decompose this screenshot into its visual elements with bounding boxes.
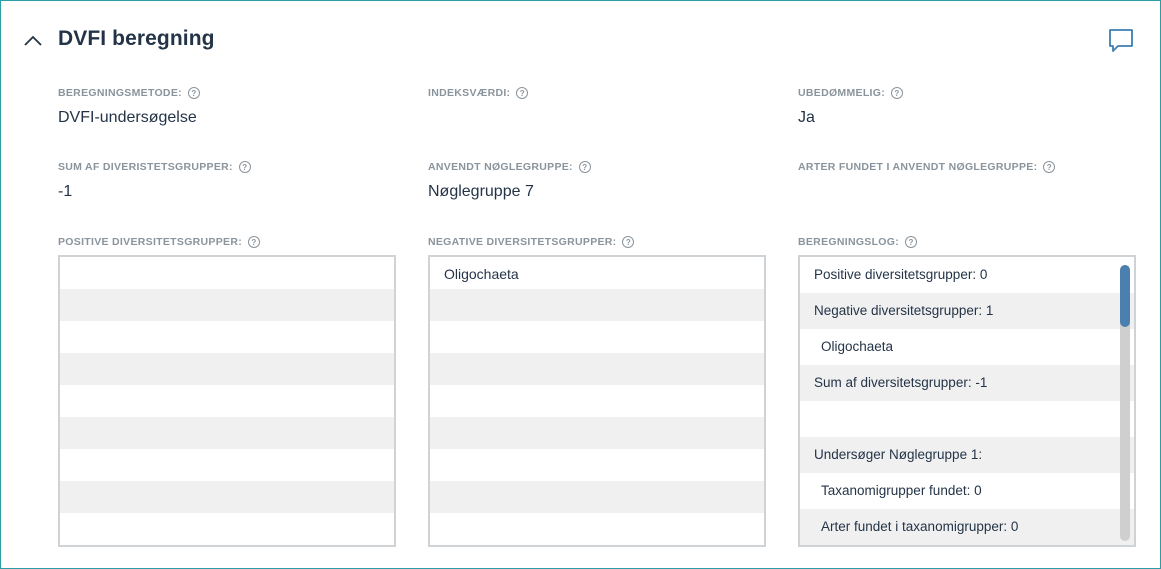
negative-groups-list[interactable]: Oligochaeta	[428, 255, 766, 547]
list-item	[430, 449, 764, 481]
method-value: DVFI-undersøgelse	[58, 109, 197, 126]
list-item	[60, 385, 394, 417]
help-icon[interactable]: ?	[891, 87, 904, 99]
help-icon[interactable]: ?	[187, 87, 200, 99]
calculation-log-list[interactable]: Positive diversitetsgrupper: 0 Negative d…	[798, 255, 1136, 547]
key-group-label: ANVENDT NØGLEGRUPPE: ?	[428, 161, 591, 173]
panel-header: DVFI beregning	[1, 1, 1160, 81]
log-scrollbar[interactable]	[1120, 265, 1130, 541]
help-icon[interactable]: ?	[1043, 161, 1056, 173]
calculation-log-heading: BEREGNINGSLOG: ?	[798, 236, 918, 248]
list-item	[430, 289, 764, 321]
panel-title: DVFI beregning	[58, 27, 215, 50]
sum-diversity-label: SUM AF DIVERISTETSGRUPPER: ?	[58, 161, 251, 173]
comment-button[interactable]	[1105, 25, 1137, 57]
method-label: BEREGNINGSMETODE: ?	[58, 87, 200, 99]
list-item: Positive diversitetsgrupper: 0	[814, 267, 988, 282]
positive-groups-label: POSITIVE DIVERSITETSGRUPPER:	[58, 236, 243, 248]
list-item	[430, 321, 764, 353]
list-item	[430, 513, 764, 545]
negative-groups-label: NEGATIVE DIVERSITETSGRUPPER:	[428, 236, 617, 248]
key-group-value: Nøglegruppe 7	[428, 183, 534, 200]
field-method: BEREGNINGSMETODE: ? DVFI-undersøgelse	[58, 87, 200, 127]
dvfi-calculation-panel: DVFI beregning BEREGNINGSMETODE: ? DVFI-…	[0, 0, 1161, 569]
list-item	[430, 417, 764, 449]
field-index: INDEKSVÆRDI: ?	[428, 87, 529, 109]
index-label: INDEKSVÆRDI: ?	[428, 87, 529, 99]
field-key-group: ANVENDT NØGLEGRUPPE: ? Nøglegruppe 7	[428, 161, 591, 201]
list-item: Sum af diversitetsgrupper: -1	[800, 365, 1134, 401]
list-item	[60, 449, 394, 481]
list-item: Oligochaeta	[821, 339, 894, 354]
field-sum-diversity: SUM AF DIVERISTETSGRUPPER: ? -1	[58, 161, 251, 201]
list-item	[60, 417, 394, 449]
list-item: Arter fundet i taxanomigrupper: 0	[800, 509, 1134, 545]
positive-groups-heading: POSITIVE DIVERSITETSGRUPPER: ?	[58, 236, 261, 248]
help-icon[interactable]: ?	[578, 161, 591, 173]
help-icon[interactable]: ?	[238, 161, 251, 173]
log-rows: Positive diversitetsgrupper: 0 Negative d…	[800, 257, 1134, 545]
unassessable-label: UBEDØMMELIG: ?	[798, 87, 904, 99]
list-item	[60, 481, 394, 513]
help-icon[interactable]: ?	[622, 236, 635, 248]
list-item	[430, 385, 764, 417]
sum-diversity-value: -1	[58, 183, 73, 200]
unassessable-value: Ja	[798, 109, 815, 126]
list-item	[60, 353, 394, 385]
list-item	[60, 321, 394, 353]
list-item	[430, 481, 764, 513]
collapse-button[interactable]	[21, 29, 45, 53]
list-item	[800, 401, 1134, 437]
list-item	[60, 289, 394, 321]
list-item: Oligochaeta	[444, 266, 519, 282]
list-item: Negative diversitetsgrupper: 1	[800, 293, 1134, 329]
list-item	[430, 353, 764, 385]
positive-groups-list[interactable]	[58, 255, 396, 547]
log-scrollbar-thumb[interactable]	[1120, 265, 1130, 327]
help-icon[interactable]: ?	[905, 236, 918, 248]
species-found-label: ARTER FUNDET I ANVENDT NØGLEGRUPPE: ?	[798, 161, 1056, 173]
negative-groups-heading: NEGATIVE DIVERSITETSGRUPPER: ?	[428, 236, 635, 248]
chevron-up-icon	[24, 35, 42, 46]
list-item: Undersøger Nøglegruppe 1:	[800, 437, 1134, 473]
comment-icon	[1109, 29, 1133, 52]
help-icon[interactable]: ?	[516, 87, 529, 99]
list-item	[60, 513, 394, 545]
help-icon[interactable]: ?	[248, 236, 261, 248]
field-species-found: ARTER FUNDET I ANVENDT NØGLEGRUPPE: ?	[798, 161, 1056, 183]
list-item: Taxanomigrupper fundet: 0	[821, 483, 982, 498]
calculation-log-label: BEREGNINGSLOG:	[798, 236, 900, 248]
list-item	[60, 257, 394, 289]
field-unassessable: UBEDØMMELIG: ? Ja	[798, 87, 904, 127]
